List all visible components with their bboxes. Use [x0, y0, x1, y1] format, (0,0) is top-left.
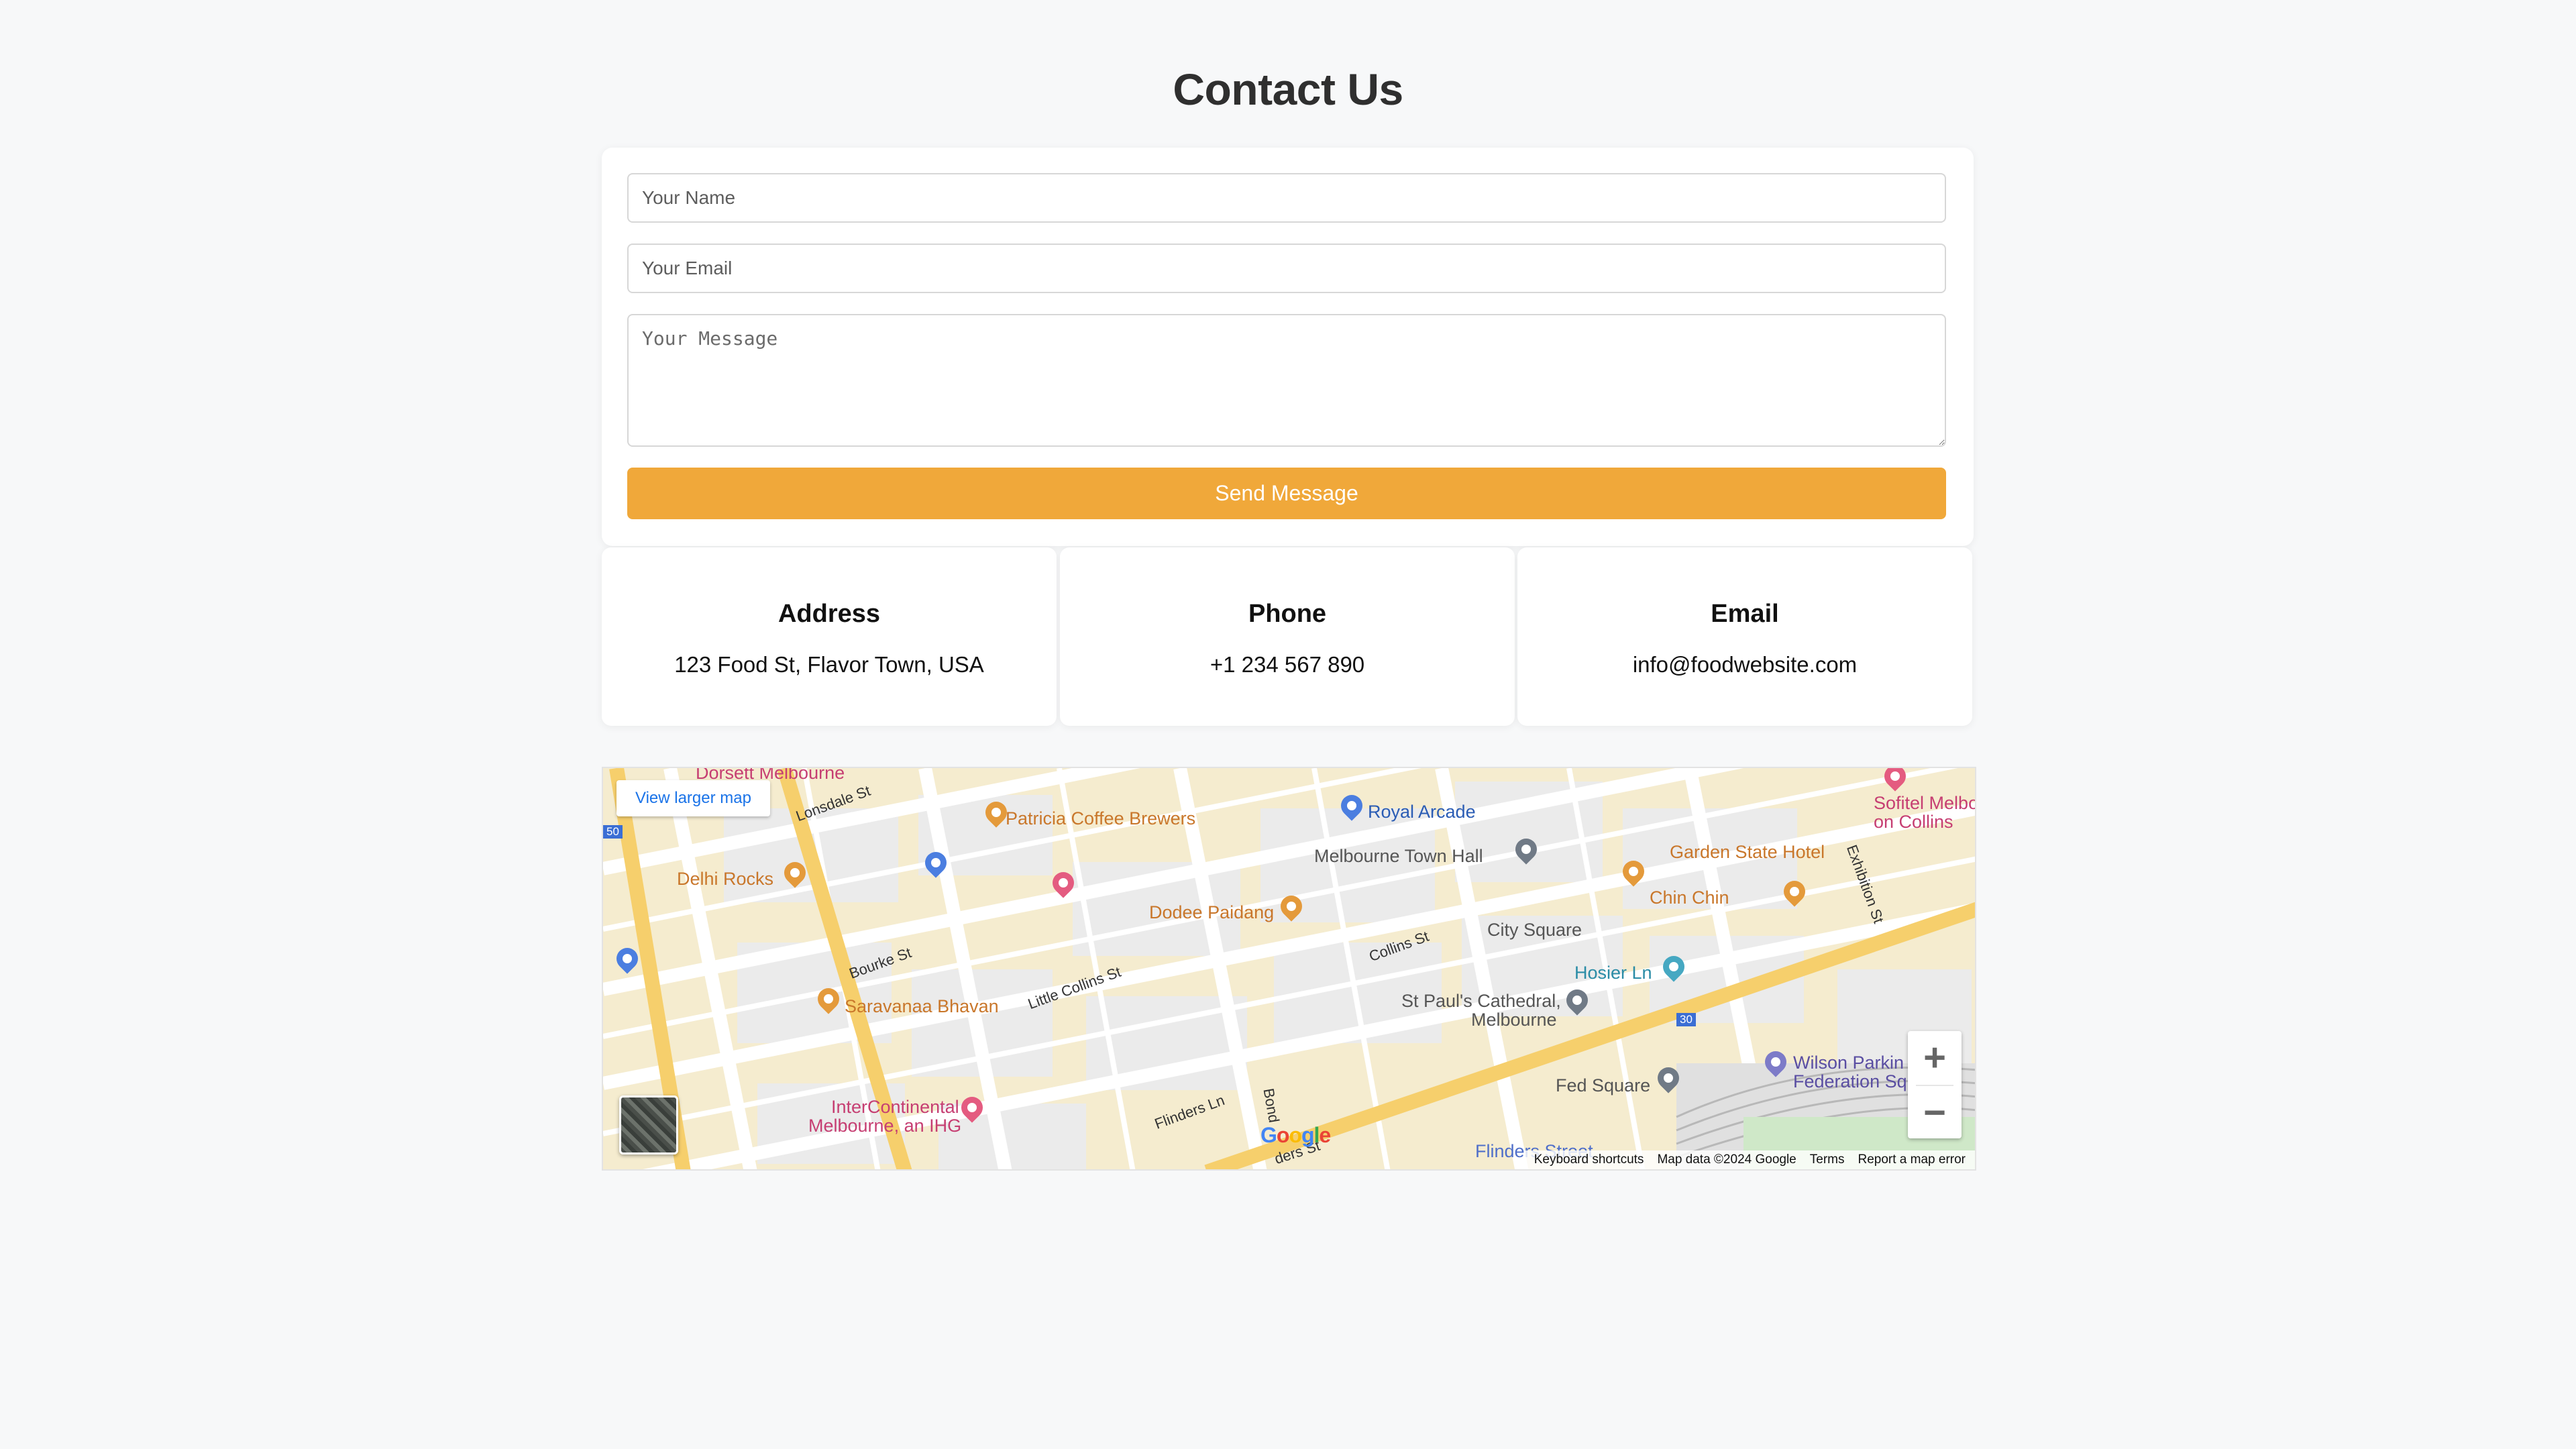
email-input[interactable]: [627, 244, 1946, 293]
google-logo: Google: [1260, 1123, 1331, 1147]
contact-form: Send Message: [602, 148, 1974, 546]
page-title: Contact Us: [1173, 64, 1403, 114]
message-textarea[interactable]: [627, 314, 1946, 447]
satellite-layer-toggle[interactable]: [619, 1095, 678, 1155]
phone-value: +1 234 567 890: [1210, 652, 1365, 677]
route-badge: 30: [1676, 1013, 1696, 1026]
route-badge: 50: [603, 825, 623, 839]
map-place-label: Federation Sq: [1793, 1071, 1907, 1091]
address-heading: Address: [777, 600, 881, 628]
map-place-label: Hosier Ln: [1574, 963, 1652, 983]
zoom-out-button[interactable]: −: [1908, 1086, 1962, 1140]
map-place-label: Garden State Hotel: [1670, 842, 1825, 862]
map-data-text: Map data ©2024 Google: [1657, 1152, 1796, 1167]
view-larger-map-link[interactable]: View larger map: [616, 780, 770, 816]
send-message-button[interactable]: Send Message: [627, 468, 1946, 519]
zoom-controls: + −: [1908, 1031, 1962, 1138]
map-place-label: Melbourne, an IHG: [808, 1116, 962, 1136]
map-place-label: Dodee Paidang: [1149, 902, 1275, 922]
map-place-label: Melbourne Town Hall: [1314, 846, 1483, 866]
map-attribution: Keyboard shortcuts Map data ©2024 Google…: [1524, 1150, 1975, 1169]
address-card: Address 123 Food St, Flavor Town, USA: [602, 547, 1057, 726]
map-streets[interactable]: [603, 768, 1976, 1171]
map-place-label: City Square: [1487, 920, 1582, 940]
report-error-link[interactable]: Report a map error: [1858, 1150, 1966, 1169]
map-place-label: Wilson Parkin: [1793, 1053, 1904, 1073]
map-place-label: Fed Square: [1556, 1075, 1651, 1095]
email-heading: Email: [1711, 600, 1779, 628]
embedded-map[interactable]: Lonsdale St Bourke St Little Collins St …: [602, 767, 1976, 1171]
zoom-in-button[interactable]: +: [1908, 1031, 1962, 1085]
map-place-label: Melbourne: [1471, 1010, 1557, 1030]
name-input[interactable]: [627, 173, 1946, 223]
phone-heading: Phone: [1248, 600, 1327, 628]
email-value: info@foodwebsite.com: [1632, 652, 1858, 677]
map-place-label: Patricia Coffee Brewers: [1006, 808, 1196, 828]
map-place-label: St Paul's Cathedral,: [1401, 991, 1561, 1011]
terms-link[interactable]: Terms: [1810, 1150, 1845, 1169]
map-place-label: Saravanaa Bhavan: [845, 996, 999, 1016]
map-place-label: Delhi Rocks: [677, 869, 774, 889]
map-place-label: InterContinental: [831, 1097, 959, 1117]
map-place-label: Chin Chin: [1650, 888, 1729, 908]
map-place-label: Sofitel Melbo on Collins: [1874, 793, 1976, 832]
email-card: Email info@foodwebsite.com: [1517, 547, 1972, 726]
phone-card: Phone +1 234 567 890: [1060, 547, 1515, 726]
map-place-label: Royal Arcade: [1368, 802, 1476, 822]
keyboard-shortcuts-link[interactable]: Keyboard shortcuts: [1534, 1150, 1644, 1169]
address-value: 123 Food St, Flavor Town, USA: [674, 652, 984, 677]
